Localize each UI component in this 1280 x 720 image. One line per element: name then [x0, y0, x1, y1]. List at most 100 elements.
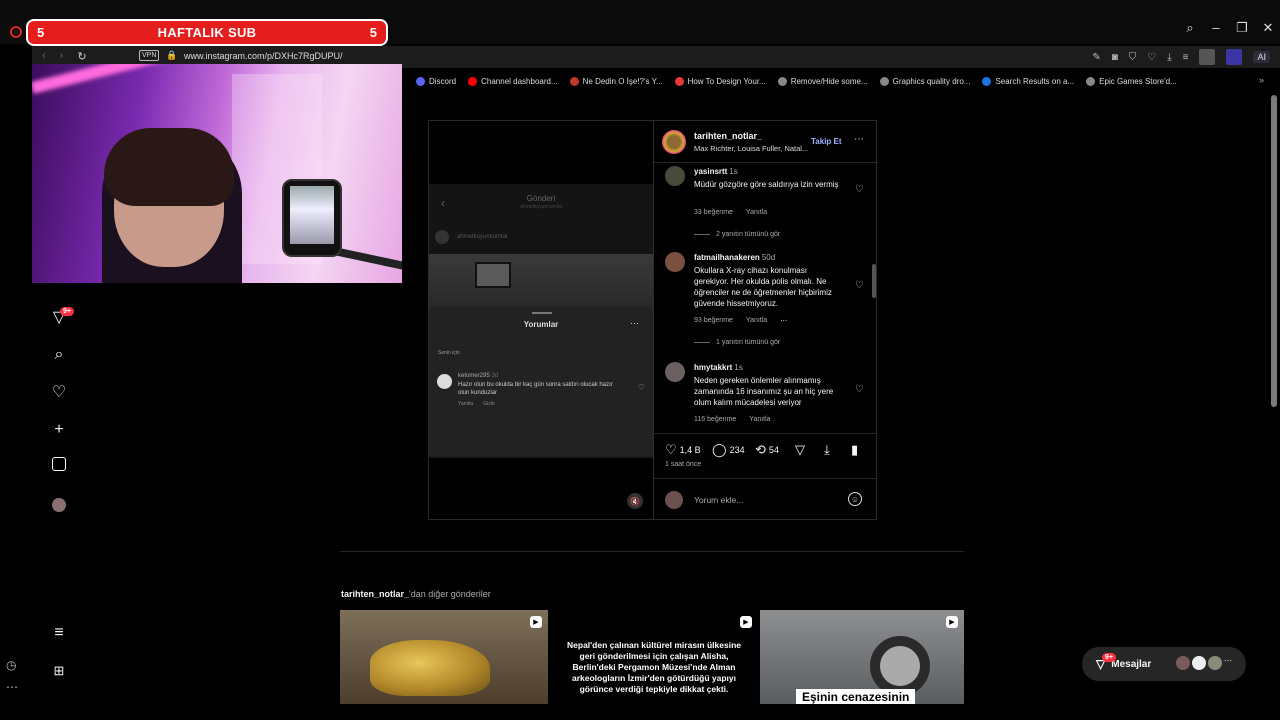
minimize-icon[interactable]: – — [1210, 20, 1222, 36]
ai-button[interactable]: AI — [1253, 51, 1270, 63]
reload-icon[interactable]: ↻ — [77, 50, 86, 63]
mute-icon[interactable]: 🔇 — [627, 493, 643, 509]
profile-extension-icon[interactable] — [1199, 49, 1216, 65]
like-comment-icon[interactable]: ♡ — [855, 384, 864, 395]
sheet-title: Yorumlar — [523, 320, 559, 329]
comment-avatar[interactable] — [665, 166, 685, 186]
like-button[interactable]: ♡ 1,4 B — [665, 442, 701, 458]
extension-icon[interactable] — [1226, 49, 1243, 65]
bookmark-item[interactable]: Epic Games Store'd... — [1086, 76, 1177, 86]
sidebar-more-icon[interactable]: ⋯ — [6, 680, 18, 694]
apps-icon[interactable]: ⊞ — [49, 661, 69, 681]
opera-logo-icon[interactable] — [10, 26, 22, 38]
nav-buttons: ‹ › ↻ — [42, 50, 87, 63]
comment-list: yasinsrtt 1s Müdür gözgöre göre saldırıya… — [654, 164, 878, 426]
comments-panel: tarihten_notlar_ Max Richter, Louisa Ful… — [653, 121, 878, 519]
comment-button[interactable]: ◯ 234 — [712, 442, 745, 458]
camera-icon[interactable]: ◙ — [1112, 52, 1118, 63]
video-subtitle: ahmetkoyuncumtal — [520, 204, 562, 210]
bookmark-item[interactable]: Remove/Hide some... — [777, 76, 868, 86]
post-header: tarihten_notlar_ Max Richter, Louisa Ful… — [654, 121, 878, 163]
page-scrollbar[interactable] — [1271, 95, 1277, 407]
bookmark-item[interactable]: Search Results on a... — [982, 76, 1074, 86]
post-dialog: ‹ Gönderi ahmetkoyuncumtal ahmetkoyuncum… — [428, 120, 878, 520]
like-comment-icon[interactable]: ♡ — [855, 184, 864, 195]
bookmark-label: Epic Games Store'd... — [1099, 76, 1177, 86]
view-replies-button[interactable]: 2 yanıtın tümünü gör — [694, 231, 780, 238]
close-icon[interactable]: ✕ — [1262, 20, 1274, 36]
emoji-icon[interactable]: ☺ — [848, 492, 862, 506]
post-media[interactable]: ‹ Gönderi ahmetkoyuncumtal ahmetkoyuncum… — [429, 121, 653, 519]
back-icon[interactable]: ‹ — [42, 50, 46, 63]
more-options-icon[interactable]: ⋯ — [854, 134, 864, 145]
comment-icon: ◯ — [712, 442, 727, 457]
restore-icon[interactable]: ❐ — [1236, 20, 1248, 36]
reel-icon: ▶ — [946, 616, 958, 628]
bookmark-item[interactable]: How To Design Your... — [674, 76, 766, 86]
video-user-avatar — [435, 230, 449, 244]
bookmark-label: How To Design Your... — [687, 76, 766, 86]
share-button[interactable]: ▽ — [795, 442, 805, 458]
toolbar-icons: ✎ ◙ ⛉ ♡ ⤓ ≡ AI — [1092, 49, 1270, 65]
author-username[interactable]: tarihten_notlar_ — [694, 131, 762, 141]
comment-user[interactable]: hmytakkrt 1s — [694, 363, 743, 372]
download-icon[interactable]: ⤓ — [1167, 52, 1171, 63]
author-avatar[interactable] — [662, 130, 686, 154]
history-icon[interactable]: ◷ — [6, 658, 16, 672]
notification-badge: 9+ — [60, 307, 74, 316]
more-post-thumbnail[interactable]: Nepal'den çalınan kültürel mirasın ülkes… — [550, 610, 758, 704]
heart-icon[interactable]: ♡ — [49, 382, 69, 402]
bookmark-item[interactable]: Graphics quality dro... — [879, 76, 971, 86]
thumbnail-text: Nepal'den çalınan kültürel mirasın ülkes… — [567, 640, 741, 694]
menu-icon[interactable]: ≡ — [1183, 52, 1189, 63]
more-post-thumbnail[interactable]: Eşinin cenazesinin ▶ — [760, 610, 964, 704]
comment-meta: 93 beğenme Yanıtla ⋯ — [694, 317, 788, 325]
like-comment-icon[interactable]: ♡ — [855, 280, 864, 291]
dashboard-icon[interactable] — [52, 457, 66, 471]
vpn-badge[interactable]: VPN — [139, 50, 160, 61]
sheet-comment-actions: Yanıtla Gizle — [458, 401, 495, 407]
more-menu-icon[interactable]: ≡ — [49, 623, 69, 643]
comment-avatar[interactable] — [665, 252, 685, 272]
my-avatar — [665, 491, 683, 509]
bookmarks-overflow-icon[interactable]: » — [1259, 75, 1264, 85]
picture-frame — [475, 262, 511, 288]
comment-input[interactable]: Yorum ekle... — [694, 495, 743, 505]
bookmarks-bar: Discord Channel dashboard... Ne Dedin O İş… — [402, 72, 1280, 90]
comment-meta: 33 beğenme Yanıtla — [694, 209, 768, 216]
comment-avatar[interactable] — [665, 362, 685, 382]
follow-button[interactable]: Takip Et — [811, 137, 842, 146]
sheet-more-icon: ⋯ — [630, 318, 639, 328]
section-divider — [340, 551, 964, 552]
send-icon: ▽ — [795, 442, 805, 457]
messages-badge: 9+ — [1102, 653, 1116, 662]
save-button[interactable]: ▮ — [851, 442, 858, 458]
bookmark-label: Graphics quality dro... — [892, 76, 971, 86]
url-field[interactable]: www.instagram.com/p/DXHc7RgDUPU/ — [184, 51, 343, 61]
comment-user[interactable]: fatmailhanakeren 50d — [694, 253, 775, 262]
messages-button[interactable]: ▽ 9+ Mesajlar ⋯ — [1082, 647, 1246, 681]
download-button[interactable]: ⤓ — [824, 442, 830, 458]
profile-avatar[interactable] — [49, 495, 69, 515]
edit-icon[interactable]: ✎ — [1092, 52, 1100, 63]
comments-scrollbar[interactable] — [872, 264, 876, 298]
bookmark-item[interactable]: Discord — [416, 76, 456, 86]
create-icon[interactable]: + — [49, 420, 69, 440]
comment-user[interactable]: yasinsrtt 1s — [694, 167, 738, 176]
more-post-thumbnail[interactable]: ▶ — [340, 610, 548, 704]
bookmark-item[interactable]: Ne Dedin O İşe!?'s Y... — [569, 76, 663, 86]
heart-icon: ♡ — [665, 442, 677, 457]
heart-icon[interactable]: ♡ — [1147, 52, 1156, 63]
view-replies-button[interactable]: 1 yanıtın tümünü gör — [694, 339, 780, 346]
repost-button[interactable]: ⟲ 54 — [755, 442, 779, 458]
bookmark-favicon-icon — [879, 76, 889, 86]
search-icon[interactable]: ⌕ — [1184, 20, 1196, 36]
shield-icon[interactable]: ⛉ — [1129, 52, 1137, 63]
music-label[interactable]: Max Richter, Louisa Fuller, Natal... — [694, 144, 812, 153]
reel-icon: ▶ — [740, 616, 752, 628]
post-actions: ♡ 1,4 B ◯ 234 ⟲ 54 ▽ ⤓ ▮ — [654, 433, 878, 463]
search-icon[interactable]: ⌕ — [49, 345, 69, 365]
comment-text: Okullara X-ray cihazı konulması gerekiyo… — [694, 266, 832, 308]
forward-icon[interactable]: › — [60, 50, 64, 63]
bookmark-item[interactable]: Channel dashboard... — [468, 76, 558, 86]
